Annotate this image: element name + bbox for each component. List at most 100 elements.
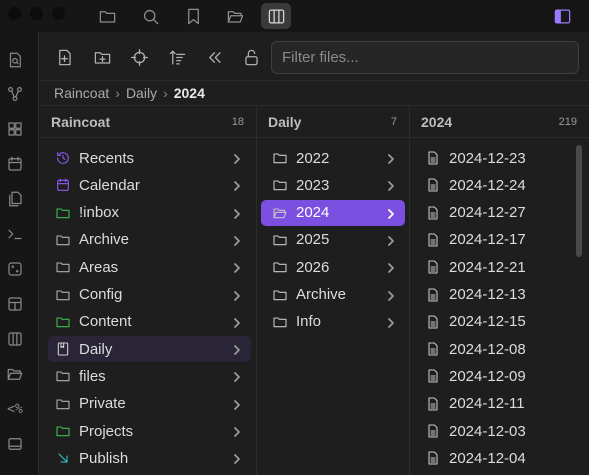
- chevron-right-icon: [231, 179, 243, 192]
- breadcrumb-separator: ›: [163, 85, 168, 101]
- folder-item[interactable]: Private: [48, 391, 251, 417]
- folder-item[interactable]: Info: [261, 309, 405, 335]
- item-label: files: [79, 367, 106, 385]
- bookmarks-tab[interactable]: [182, 5, 204, 27]
- chevron-right-icon: [385, 261, 397, 274]
- folder-item[interactable]: 2023: [261, 172, 405, 198]
- filter-files-input[interactable]: [271, 41, 579, 74]
- file-item[interactable]: 2024-12-04: [414, 445, 574, 471]
- sort-icon: [169, 50, 185, 64]
- chevron-right-icon: [388, 263, 394, 274]
- sort-button[interactable]: [166, 46, 188, 68]
- lock-button[interactable]: [240, 46, 262, 68]
- file-item[interactable]: 2024-12-09: [414, 363, 574, 389]
- column-title: Raincoat: [51, 113, 111, 130]
- close-window-button[interactable]: [8, 7, 21, 20]
- breadcrumb-item[interactable]: Daily: [126, 85, 157, 101]
- file-item[interactable]: 2024-12-23: [414, 145, 574, 171]
- graph-view-button[interactable]: [5, 84, 25, 104]
- chevron-right-icon: [234, 181, 240, 192]
- folder-open-icon: [271, 204, 289, 222]
- breadcrumb-current: 2024: [173, 85, 205, 101]
- file-item[interactable]: 2024-12-13: [414, 282, 574, 308]
- command-palette-button[interactable]: [5, 224, 25, 244]
- file-item[interactable]: 2024-12-11: [414, 391, 574, 417]
- file-explorer-tab[interactable]: [96, 5, 118, 27]
- item-label: Config: [79, 286, 123, 303]
- column-2024: 2024 219 2024-12-23 2024-12-24 2024-12-27 2…: [410, 106, 589, 475]
- file-item[interactable]: 2024-12-27: [414, 200, 574, 226]
- item-label: 2024-12-04: [449, 449, 526, 467]
- random-note-button[interactable]: [5, 259, 25, 279]
- file-item[interactable]: 2024-12-17: [414, 227, 574, 253]
- folder-item[interactable]: Daily: [48, 336, 251, 363]
- chevron-right-icon: [388, 208, 394, 219]
- new-file-icon: [58, 49, 71, 65]
- folder-item[interactable]: Projects: [48, 418, 251, 444]
- search-files-button[interactable]: [5, 50, 25, 70]
- item-label: Content: [79, 313, 132, 331]
- title-bar: [0, 0, 589, 32]
- layout-button[interactable]: [5, 294, 25, 314]
- item-label: 2023: [296, 176, 330, 194]
- folder-item[interactable]: Areas: [48, 254, 251, 280]
- sidebar-toggle-icon: [554, 9, 570, 23]
- item-label: 2025: [296, 231, 330, 249]
- toggle-sidebar-button[interactable]: [551, 5, 573, 27]
- graph-icon: [8, 87, 22, 101]
- folder-item[interactable]: Calendar: [48, 172, 251, 198]
- file-item[interactable]: 2024-12-15: [414, 309, 574, 335]
- search-tab[interactable]: [139, 5, 161, 27]
- folder-item[interactable]: Archive: [261, 282, 405, 308]
- folder-item[interactable]: 2024: [261, 199, 405, 226]
- chevron-right-icon: [234, 345, 240, 355]
- new-note-button[interactable]: [53, 46, 75, 68]
- file-item[interactable]: 2024-12-08: [414, 336, 574, 362]
- column-header: 2024 219: [410, 106, 589, 138]
- zoom-window-button[interactable]: [52, 7, 65, 20]
- folder-icon: [54, 286, 72, 304]
- file-item[interactable]: 2024-12-03: [414, 418, 574, 444]
- folder-item[interactable]: Archive: [48, 227, 251, 253]
- column-scrollbar[interactable]: [576, 145, 582, 257]
- calendar-icon: [54, 176, 72, 194]
- column-title: Daily: [268, 113, 302, 130]
- new-folder-icon: [94, 51, 110, 64]
- folder-item[interactable]: Config: [48, 282, 251, 308]
- item-label: 2024-12-21: [449, 258, 526, 276]
- open-folder-button[interactable]: [5, 364, 25, 384]
- file-search-icon: [9, 52, 21, 68]
- folder-open-tab[interactable]: [224, 5, 246, 27]
- daily-note-button[interactable]: [5, 154, 25, 174]
- file-item[interactable]: 2024-12-21: [414, 254, 574, 280]
- new-folder-button[interactable]: [91, 46, 113, 68]
- reveal-active-file-button[interactable]: [128, 46, 150, 68]
- file-icon: [424, 286, 442, 304]
- item-label: 2024-12-09: [449, 367, 526, 385]
- folder-item[interactable]: 2025: [261, 227, 405, 253]
- templates-button[interactable]: [5, 189, 25, 209]
- column-header: Daily 7: [257, 106, 409, 138]
- column-raincoat: Raincoat 18 Recents Calendar !inbox Archive…: [40, 106, 257, 475]
- folder-icon: [99, 10, 115, 23]
- column-header: Raincoat 18: [40, 106, 256, 138]
- folder-item[interactable]: Recents: [48, 145, 251, 171]
- item-label: 2026: [296, 258, 330, 276]
- folder-item[interactable]: 2026: [261, 254, 405, 280]
- bottom-panel-button[interactable]: [5, 434, 25, 454]
- columns-button[interactable]: [5, 329, 25, 349]
- folder-item[interactable]: 2022: [261, 145, 405, 171]
- minimize-window-button[interactable]: [30, 7, 43, 20]
- canvas-button[interactable]: [5, 119, 25, 139]
- templater-button[interactable]: <%: [5, 399, 25, 419]
- breadcrumb-item[interactable]: Raincoat: [54, 85, 109, 101]
- folder-item[interactable]: !inbox: [48, 200, 251, 226]
- file-icon: [424, 313, 442, 331]
- file-item[interactable]: 2024-12-24: [414, 172, 574, 198]
- folder-item[interactable]: Publish: [48, 445, 251, 471]
- chevron-right-icon: [234, 454, 240, 465]
- folder-item[interactable]: Content: [48, 309, 251, 335]
- folder-item[interactable]: files: [48, 363, 251, 389]
- columns-view-tab[interactable]: [261, 3, 291, 29]
- collapse-all-button[interactable]: [203, 46, 225, 68]
